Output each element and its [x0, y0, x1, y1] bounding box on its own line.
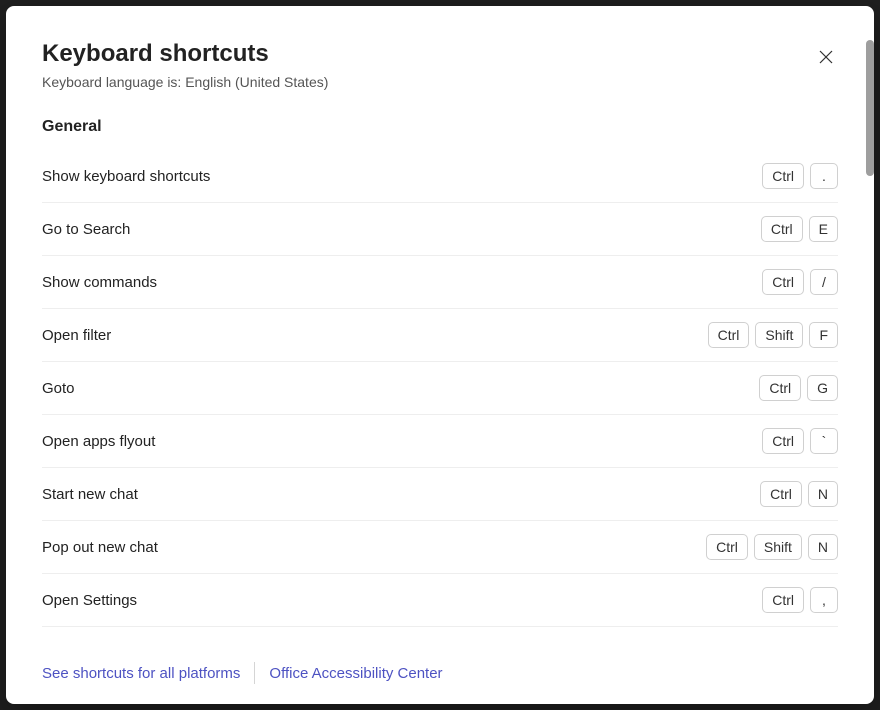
- shortcut-keys: CtrlN: [760, 481, 838, 507]
- shortcut-label: Goto: [42, 380, 759, 397]
- key-cap: ,: [810, 587, 838, 613]
- shortcut-label: Show keyboard shortcuts: [42, 168, 762, 185]
- key-cap: N: [808, 481, 838, 507]
- shortcut-label: Go to Search: [42, 221, 761, 238]
- key-cap: N: [808, 534, 838, 560]
- shortcut-keys: CtrlShiftN: [706, 534, 838, 560]
- dialog-footer: See shortcuts for all platforms Office A…: [6, 644, 874, 704]
- key-cap: `: [810, 428, 838, 454]
- shortcut-row: Open apps flyoutCtrl`: [42, 415, 838, 468]
- shortcut-row: GotoCtrlG: [42, 362, 838, 415]
- shortcut-row: Open filterCtrlShiftF: [42, 309, 838, 362]
- shortcut-label: Show commands: [42, 274, 762, 291]
- key-cap: Ctrl: [762, 269, 804, 295]
- key-cap: Ctrl: [761, 216, 803, 242]
- shortcut-row: Go to SearchCtrlE: [42, 203, 838, 256]
- shortcut-row: Show commandsCtrl/: [42, 256, 838, 309]
- shortcut-keys: CtrlE: [761, 216, 838, 242]
- shortcut-keys: Ctrl.: [762, 163, 838, 189]
- section-heading-general: General: [42, 118, 838, 136]
- key-cap: Ctrl: [762, 163, 804, 189]
- key-cap: Shift: [754, 534, 802, 560]
- key-cap: F: [809, 322, 838, 348]
- key-cap: Shift: [755, 322, 803, 348]
- shortcut-keys: CtrlShiftF: [708, 322, 838, 348]
- shortcut-label: Open filter: [42, 327, 708, 344]
- link-all-platforms[interactable]: See shortcuts for all platforms: [42, 665, 240, 682]
- key-cap: Ctrl: [762, 587, 804, 613]
- key-cap: .: [810, 163, 838, 189]
- key-cap: E: [809, 216, 838, 242]
- key-cap: Ctrl: [759, 375, 801, 401]
- shortcut-keys: Ctrl,: [762, 587, 838, 613]
- dialog-body: Keyboard shortcuts Keyboard language is:…: [6, 6, 874, 644]
- shortcut-list: Show keyboard shortcutsCtrl.Go to Search…: [42, 150, 838, 627]
- shortcut-row: Open SettingsCtrl,: [42, 574, 838, 627]
- shortcut-keys: Ctrl/: [762, 269, 838, 295]
- shortcut-keys: Ctrl`: [762, 428, 838, 454]
- shortcut-label: Open apps flyout: [42, 433, 762, 450]
- dialog-subtitle: Keyboard language is: English (United St…: [42, 74, 838, 90]
- shortcut-keys: CtrlG: [759, 375, 838, 401]
- key-cap: /: [810, 269, 838, 295]
- link-accessibility-center[interactable]: Office Accessibility Center: [269, 665, 442, 682]
- key-cap: Ctrl: [762, 428, 804, 454]
- shortcut-label: Start new chat: [42, 486, 760, 503]
- key-cap: G: [807, 375, 838, 401]
- scrollbar-thumb[interactable]: [866, 40, 874, 176]
- key-cap: Ctrl: [706, 534, 748, 560]
- key-cap: Ctrl: [760, 481, 802, 507]
- key-cap: Ctrl: [708, 322, 750, 348]
- footer-separator: [254, 662, 255, 684]
- shortcut-label: Pop out new chat: [42, 539, 706, 556]
- shortcut-label: Open Settings: [42, 592, 762, 609]
- shortcut-row: Start new chatCtrlN: [42, 468, 838, 521]
- shortcut-row: Pop out new chatCtrlShiftN: [42, 521, 838, 574]
- keyboard-shortcuts-dialog: Keyboard shortcuts Keyboard language is:…: [6, 6, 874, 704]
- dialog-title: Keyboard shortcuts: [42, 40, 838, 68]
- shortcut-row: Show keyboard shortcutsCtrl.: [42, 150, 838, 203]
